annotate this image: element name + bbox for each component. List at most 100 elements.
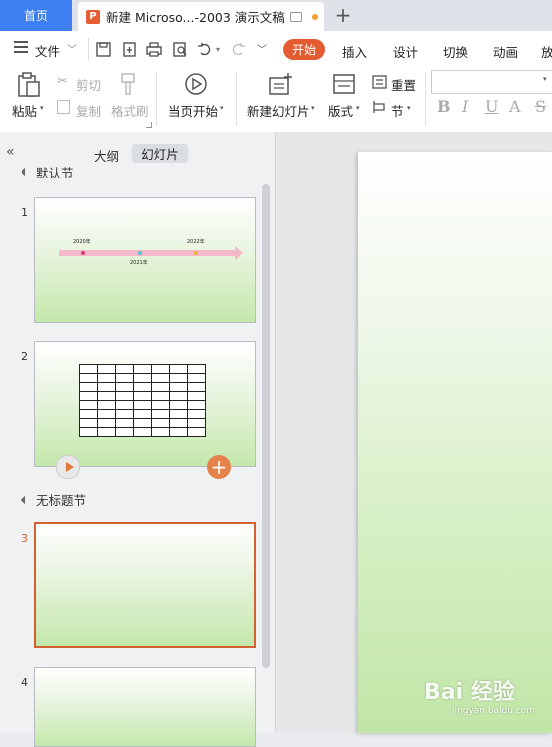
font-name-input[interactable] (431, 70, 552, 94)
timeline-arrow (235, 246, 243, 260)
print-preview-icon[interactable] (171, 40, 189, 58)
tab-outline[interactable]: 大纲 (94, 146, 119, 165)
reset-icon[interactable] (372, 75, 387, 92)
ribbon-divider (425, 72, 426, 126)
section-default[interactable]: 默认节 (22, 166, 74, 178)
chevron-down-icon[interactable]: ﹀ (67, 41, 77, 56)
table-cell (187, 373, 206, 383)
table-cell (169, 400, 188, 410)
section-untitled[interactable]: 无标题节 (20, 490, 86, 509)
table-cell (133, 364, 152, 374)
menu-start-tab[interactable]: 开始 (283, 39, 325, 60)
save-icon[interactable] (94, 40, 112, 58)
menu-insert-tab[interactable]: 插入 (342, 42, 367, 61)
layout-button[interactable]: 版式 (328, 101, 353, 120)
section-button[interactable]: 节 (391, 101, 404, 120)
table-cell (115, 400, 134, 410)
slide-thumbnail-2[interactable] (34, 341, 256, 467)
table-cell (187, 400, 206, 410)
reset-button[interactable]: 重置 (391, 75, 416, 94)
table-row (79, 373, 206, 383)
file-menu[interactable]: 文件 (35, 41, 60, 60)
underline-button[interactable]: U (485, 97, 498, 116)
play-from-current-button[interactable]: 当页开始 (168, 101, 218, 120)
slide-thumbnail-4[interactable] (34, 667, 256, 747)
timeline-label: 2020年 (73, 239, 91, 245)
divider (88, 38, 89, 60)
table-cell (115, 418, 134, 428)
table-row (79, 391, 206, 401)
layout-icon[interactable] (332, 72, 356, 99)
menu-design-tab[interactable]: 设计 (393, 42, 418, 61)
paste-button[interactable]: 粘贴 (12, 101, 37, 120)
table-row (79, 364, 206, 374)
layout-dropdown-icon[interactable]: ▾ (356, 104, 360, 112)
slide-thumbnail-3[interactable] (34, 522, 256, 648)
table-cell (151, 427, 170, 437)
play-dropdown-icon[interactable]: ▾ (220, 104, 224, 112)
bold-button[interactable]: B (437, 97, 451, 116)
table-row (79, 409, 206, 419)
undo-dropdown-icon[interactable]: ▾ (216, 45, 220, 54)
new-slide-button[interactable]: 新建幻灯片 (247, 101, 310, 120)
watermark-url: jingyan.baidu.com (452, 706, 536, 716)
collapse-panel-icon[interactable]: « (6, 144, 15, 160)
add-slide-button[interactable]: + (207, 455, 231, 479)
table-cell (133, 409, 152, 419)
expand-triangle-icon[interactable] (20, 495, 30, 504)
table-cell (187, 364, 206, 374)
menu-transition-tab[interactable]: 切换 (443, 42, 468, 61)
timeline-dot (81, 251, 85, 255)
new-tab-button[interactable]: + (332, 3, 354, 27)
table-cell (133, 427, 152, 437)
panel-scrollbar[interactable] (262, 184, 270, 668)
table-cell (97, 382, 116, 392)
play-slide-button[interactable] (56, 455, 80, 479)
export-pdf-icon[interactable] (120, 40, 138, 58)
text-shadow-button[interactable]: A (509, 97, 521, 116)
slide-number: 3 (21, 532, 28, 545)
paste-dropdown-icon[interactable]: ▾ (40, 104, 44, 112)
tab-slides[interactable]: 幻灯片 (132, 144, 188, 163)
copy-button[interactable]: 复制 (76, 101, 101, 120)
italic-button[interactable]: I (462, 97, 468, 116)
section-dropdown-icon[interactable]: ▾ (407, 104, 411, 112)
paste-icon[interactable] (17, 72, 41, 101)
expand-triangle-icon[interactable] (22, 167, 30, 177)
timeline-dot (138, 251, 142, 255)
document-tab[interactable]: P 新建 Microso...-2003 演示文稿 (78, 2, 324, 31)
new-slide-icon[interactable] (268, 72, 294, 99)
redo-icon[interactable] (229, 40, 247, 58)
slide-number: 2 (21, 350, 28, 363)
table-cell (115, 427, 134, 437)
current-slide[interactable] (358, 152, 552, 733)
slide-thumbnail-1[interactable]: 2020年 2021年 2022年 (34, 197, 256, 323)
scissors-icon: ✂ (57, 74, 68, 89)
table-cell (97, 373, 116, 383)
strikethrough-button[interactable]: S (535, 97, 546, 116)
section-icon[interactable] (372, 100, 387, 117)
table-cell (169, 373, 188, 383)
table-cell (169, 382, 188, 392)
font-dropdown-icon[interactable]: ▾ (543, 75, 547, 83)
menu-slideshow-tab[interactable]: 放 (541, 42, 552, 61)
clipboard-launcher-icon[interactable] (146, 122, 152, 128)
customize-toolbar-icon[interactable]: ﹀ (257, 41, 267, 56)
table-cell (151, 373, 170, 383)
new-slide-dropdown-icon[interactable]: ▾ (311, 104, 315, 112)
undo-icon[interactable] (195, 40, 213, 58)
copy-icon (57, 100, 70, 114)
home-tab[interactable]: 首页 (0, 0, 72, 31)
table-cell (79, 382, 98, 392)
play-from-current-icon[interactable] (184, 72, 208, 99)
menu-animation-tab[interactable]: 动画 (493, 42, 518, 61)
format-painter-button[interactable]: 格式刷 (111, 101, 149, 120)
print-icon[interactable] (145, 40, 163, 58)
cut-button[interactable]: 剪切 (76, 75, 101, 94)
monitor-icon[interactable] (289, 11, 302, 22)
table-row (79, 382, 206, 392)
section-title: 默认节 (36, 166, 74, 178)
slide-table (79, 364, 206, 437)
table-cell (151, 391, 170, 401)
ribbon-divider (156, 72, 157, 126)
